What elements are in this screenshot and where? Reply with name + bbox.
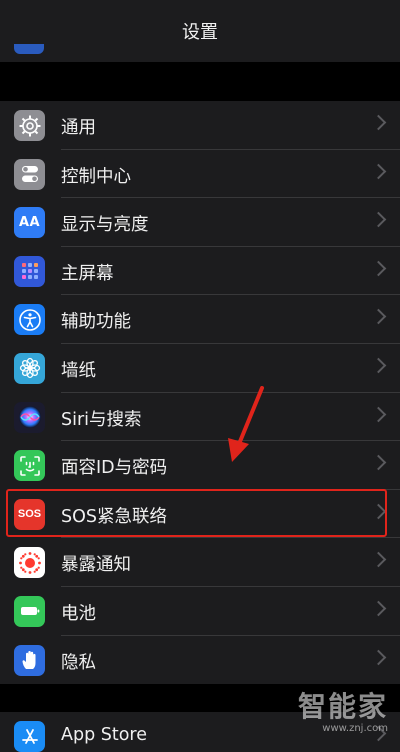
- chevron-right-icon: [370, 163, 387, 179]
- gear-icon: [14, 110, 45, 141]
- settings-row-control-center[interactable]: 控制中心: [0, 150, 400, 199]
- navigation-bar: 设置: [0, 0, 400, 62]
- settings-row-label: 电池: [61, 603, 96, 624]
- settings-row-label: 暴露通知: [61, 555, 131, 576]
- page-title: 设置: [182, 22, 218, 43]
- chevron-right-icon: [370, 260, 387, 277]
- text-size-icon: AA: [14, 207, 45, 239]
- chevron-right-icon: [370, 649, 387, 665]
- hand-icon: [14, 644, 45, 676]
- toggles-icon: [14, 158, 45, 190]
- flower-icon: [14, 352, 45, 384]
- settings-row-label: 辅助功能: [61, 312, 131, 333]
- settings-row-label: 通用: [61, 118, 96, 138]
- siri-icon: [14, 401, 45, 433]
- settings-row-label: 控制中心: [61, 166, 131, 187]
- chevron-right-icon: [370, 357, 387, 374]
- settings-list: 通用 控制中心 AA 显示与亮度 主屏幕 辅助功能 墙纸 Siri与搜索 面容I…: [0, 101, 400, 685]
- settings-row-label: Siri与搜索: [61, 409, 142, 430]
- settings-row-display-brightness[interactable]: AA 显示与亮度: [0, 198, 400, 247]
- settings-row-privacy[interactable]: 隐私: [0, 636, 400, 685]
- chevron-right-icon: [370, 454, 387, 471]
- settings-row-label: 墙纸: [61, 360, 96, 381]
- settings-row-emergency-sos[interactable]: SOS SOS紧急联络: [0, 490, 400, 539]
- chevron-right-icon: [370, 503, 387, 520]
- settings-row-face-id-passcode[interactable]: 面容ID与密码: [0, 441, 400, 490]
- chevron-right-icon: [370, 211, 387, 228]
- settings-row-accessibility[interactable]: 辅助功能: [0, 295, 400, 344]
- home-grid-icon: [14, 255, 45, 287]
- watermark-brand: 智能家: [297, 690, 388, 723]
- settings-row-home-screen[interactable]: 主屏幕: [0, 247, 400, 296]
- annotation-arrow-icon: [228, 386, 264, 462]
- watermark: 智能家 www.znj.com: [298, 685, 388, 734]
- settings-row-label: 主屏幕: [61, 263, 114, 284]
- battery-icon: [14, 595, 45, 627]
- face-id-icon: [14, 450, 45, 482]
- chevron-right-icon: [370, 114, 387, 131]
- settings-row-label: SOS紧急联络: [61, 506, 167, 527]
- icon-glyph: SOS: [17, 508, 42, 521]
- app-store-icon: [14, 721, 45, 752]
- settings-row-label: 隐私: [61, 652, 96, 673]
- settings-row-wallpaper[interactable]: 墙纸: [0, 344, 400, 393]
- settings-row-siri-search[interactable]: Siri与搜索: [0, 393, 400, 442]
- exposure-icon: [14, 547, 45, 579]
- chevron-right-icon: [370, 600, 387, 617]
- chevron-right-icon: [370, 552, 387, 568]
- sos-icon: SOS: [14, 498, 45, 530]
- settings-row-label: 面容ID与密码: [61, 458, 168, 479]
- icon-glyph: AA: [18, 215, 41, 231]
- settings-row-exposure-notifications[interactable]: 暴露通知: [0, 538, 400, 587]
- settings-row-label: 显示与亮度: [61, 215, 149, 236]
- accessibility-icon: [14, 304, 45, 336]
- chevron-right-icon: [370, 309, 387, 325]
- settings-row-general[interactable]: 通用: [0, 101, 400, 150]
- settings-row-label: App Store: [61, 725, 148, 745]
- chevron-right-icon: [370, 406, 387, 422]
- partial-icon: [14, 44, 44, 54]
- settings-row-battery[interactable]: 电池: [0, 587, 400, 636]
